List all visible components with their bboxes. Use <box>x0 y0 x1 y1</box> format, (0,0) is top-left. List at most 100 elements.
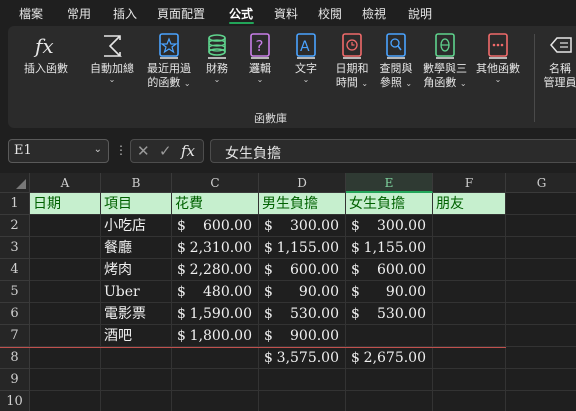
tab-page-layout[interactable]: 頁面配置 <box>157 5 205 22</box>
column-header-g[interactable]: G <box>506 173 576 193</box>
insert-function-button[interactable]: fx 插入函數 <box>18 32 74 76</box>
cell-a4[interactable] <box>30 259 101 281</box>
cell-g2[interactable] <box>506 215 576 237</box>
cell-b7[interactable]: 酒吧 <box>101 325 172 347</box>
cell-d4[interactable]: $600.00 <box>259 259 346 281</box>
cell-a1[interactable]: 日期 <box>30 193 101 215</box>
column-header-f[interactable]: F <box>433 173 506 193</box>
tab-review[interactable]: 校閱 <box>318 5 342 22</box>
cell-a5[interactable] <box>30 281 101 303</box>
more-options-icon[interactable]: ⋮ <box>115 143 127 157</box>
autosum-button[interactable]: 自動加總 ⌄ <box>87 32 137 84</box>
row-header-8[interactable]: 8 <box>0 347 30 369</box>
cell-e2[interactable]: $300.00 <box>346 215 433 237</box>
cell-d8[interactable]: $3,575.00 <box>259 347 346 369</box>
enter-icon[interactable]: ✓ <box>159 142 172 160</box>
column-header-e[interactable]: E <box>346 173 433 193</box>
cell-c7[interactable]: $1,800.00 <box>172 325 259 347</box>
financial-button[interactable]: 財務 ⌄ <box>201 32 233 84</box>
cell-a8[interactable] <box>30 347 101 369</box>
cell-a3[interactable] <box>30 237 101 259</box>
tab-formulas[interactable]: 公式 <box>229 5 253 22</box>
column-header-b[interactable]: B <box>101 173 172 193</box>
date-time-button[interactable]: 日期和 時間 ⌄ <box>332 32 372 91</box>
cell-b6[interactable]: 電影票 <box>101 303 172 325</box>
cell-d9[interactable] <box>259 369 346 391</box>
cell-b4[interactable]: 烤肉 <box>101 259 172 281</box>
cell-e3[interactable]: $1,155.00 <box>346 237 433 259</box>
row-header-10[interactable]: 10 <box>0 391 30 411</box>
cell-f6[interactable] <box>433 303 506 325</box>
cell-g3[interactable] <box>506 237 576 259</box>
column-header-d[interactable]: D <box>259 173 346 193</box>
cell-b1[interactable]: 項目 <box>101 193 172 215</box>
lookup-reference-button[interactable]: 查閱與 參照 ⌄ <box>374 32 418 91</box>
cell-g8[interactable] <box>506 347 576 369</box>
cell-d10[interactable] <box>259 391 346 411</box>
cell-c9[interactable] <box>172 369 259 391</box>
cell-e6[interactable]: $530.00 <box>346 303 433 325</box>
cancel-icon[interactable]: ✕ <box>137 142 150 160</box>
cell-e8[interactable]: $2,675.00 <box>346 347 433 369</box>
cell-c5[interactable]: $480.00 <box>172 281 259 303</box>
more-functions-button[interactable]: 其他函數 ⌄ <box>472 32 524 84</box>
cell-f1[interactable]: 朋友 <box>433 193 506 215</box>
cell-e9[interactable] <box>346 369 433 391</box>
cell-e1[interactable]: 女生負擔 <box>346 193 433 215</box>
cell-c1[interactable]: 花費 <box>172 193 259 215</box>
cell-a7[interactable] <box>30 325 101 347</box>
cell-g1[interactable] <box>506 193 576 215</box>
cell-e7[interactable] <box>346 325 433 347</box>
cell-g7[interactable] <box>506 325 576 347</box>
cell-d3[interactable]: $1,155.00 <box>259 237 346 259</box>
cell-d5[interactable]: $90.00 <box>259 281 346 303</box>
cell-c10[interactable] <box>172 391 259 411</box>
cell-e10[interactable] <box>346 391 433 411</box>
tab-help[interactable]: 說明 <box>408 5 432 22</box>
cell-a9[interactable] <box>30 369 101 391</box>
row-header-7[interactable]: 7 <box>0 325 30 347</box>
cell-f9[interactable] <box>433 369 506 391</box>
column-header-a[interactable]: A <box>30 173 101 193</box>
cell-a2[interactable] <box>30 215 101 237</box>
row-header-5[interactable]: 5 <box>0 281 30 303</box>
cell-e5[interactable]: $90.00 <box>346 281 433 303</box>
cell-a6[interactable] <box>30 303 101 325</box>
cell-g4[interactable] <box>506 259 576 281</box>
cell-f10[interactable] <box>433 391 506 411</box>
name-manager-button[interactable]: 名稱 管理員 <box>538 32 576 90</box>
cell-g5[interactable] <box>506 281 576 303</box>
name-box[interactable]: E1 ⌄ <box>8 139 109 163</box>
cell-f8[interactable] <box>433 347 506 369</box>
insert-function-icon[interactable]: fx <box>181 142 195 160</box>
cell-b8[interactable] <box>101 347 172 369</box>
text-button[interactable]: A 文字 ⌄ <box>290 32 322 84</box>
cell-c3[interactable]: $2,310.00 <box>172 237 259 259</box>
logical-button[interactable]: ? 邏輯 ⌄ <box>244 32 276 84</box>
cell-c2[interactable]: $600.00 <box>172 215 259 237</box>
cell-g9[interactable] <box>506 369 576 391</box>
cell-g10[interactable] <box>506 391 576 411</box>
cell-b9[interactable] <box>101 369 172 391</box>
row-header-9[interactable]: 9 <box>0 369 30 391</box>
cell-e4[interactable]: $600.00 <box>346 259 433 281</box>
tab-insert[interactable]: 插入 <box>113 5 137 22</box>
cell-a10[interactable] <box>30 391 101 411</box>
tab-home[interactable]: 常用 <box>67 5 91 22</box>
row-header-4[interactable]: 4 <box>0 259 30 281</box>
cell-c8[interactable] <box>172 347 259 369</box>
math-trig-button[interactable]: 數學與三 角函數 ⌄ <box>418 32 472 91</box>
cell-c6[interactable]: $1,590.00 <box>172 303 259 325</box>
cell-f3[interactable] <box>433 237 506 259</box>
row-header-3[interactable]: 3 <box>0 237 30 259</box>
cell-d7[interactable]: $900.00 <box>259 325 346 347</box>
cell-d6[interactable]: $530.00 <box>259 303 346 325</box>
recently-used-button[interactable]: 最近用過 的函數 ⌄ <box>141 32 197 91</box>
tab-view[interactable]: 檢視 <box>362 5 386 22</box>
select-all-button[interactable] <box>0 173 30 193</box>
cell-d2[interactable]: $300.00 <box>259 215 346 237</box>
formula-input[interactable]: 女生負擔 <box>210 139 576 163</box>
cell-f7[interactable] <box>433 325 506 347</box>
cell-f2[interactable] <box>433 215 506 237</box>
tab-file[interactable]: 檔案 <box>19 5 43 22</box>
